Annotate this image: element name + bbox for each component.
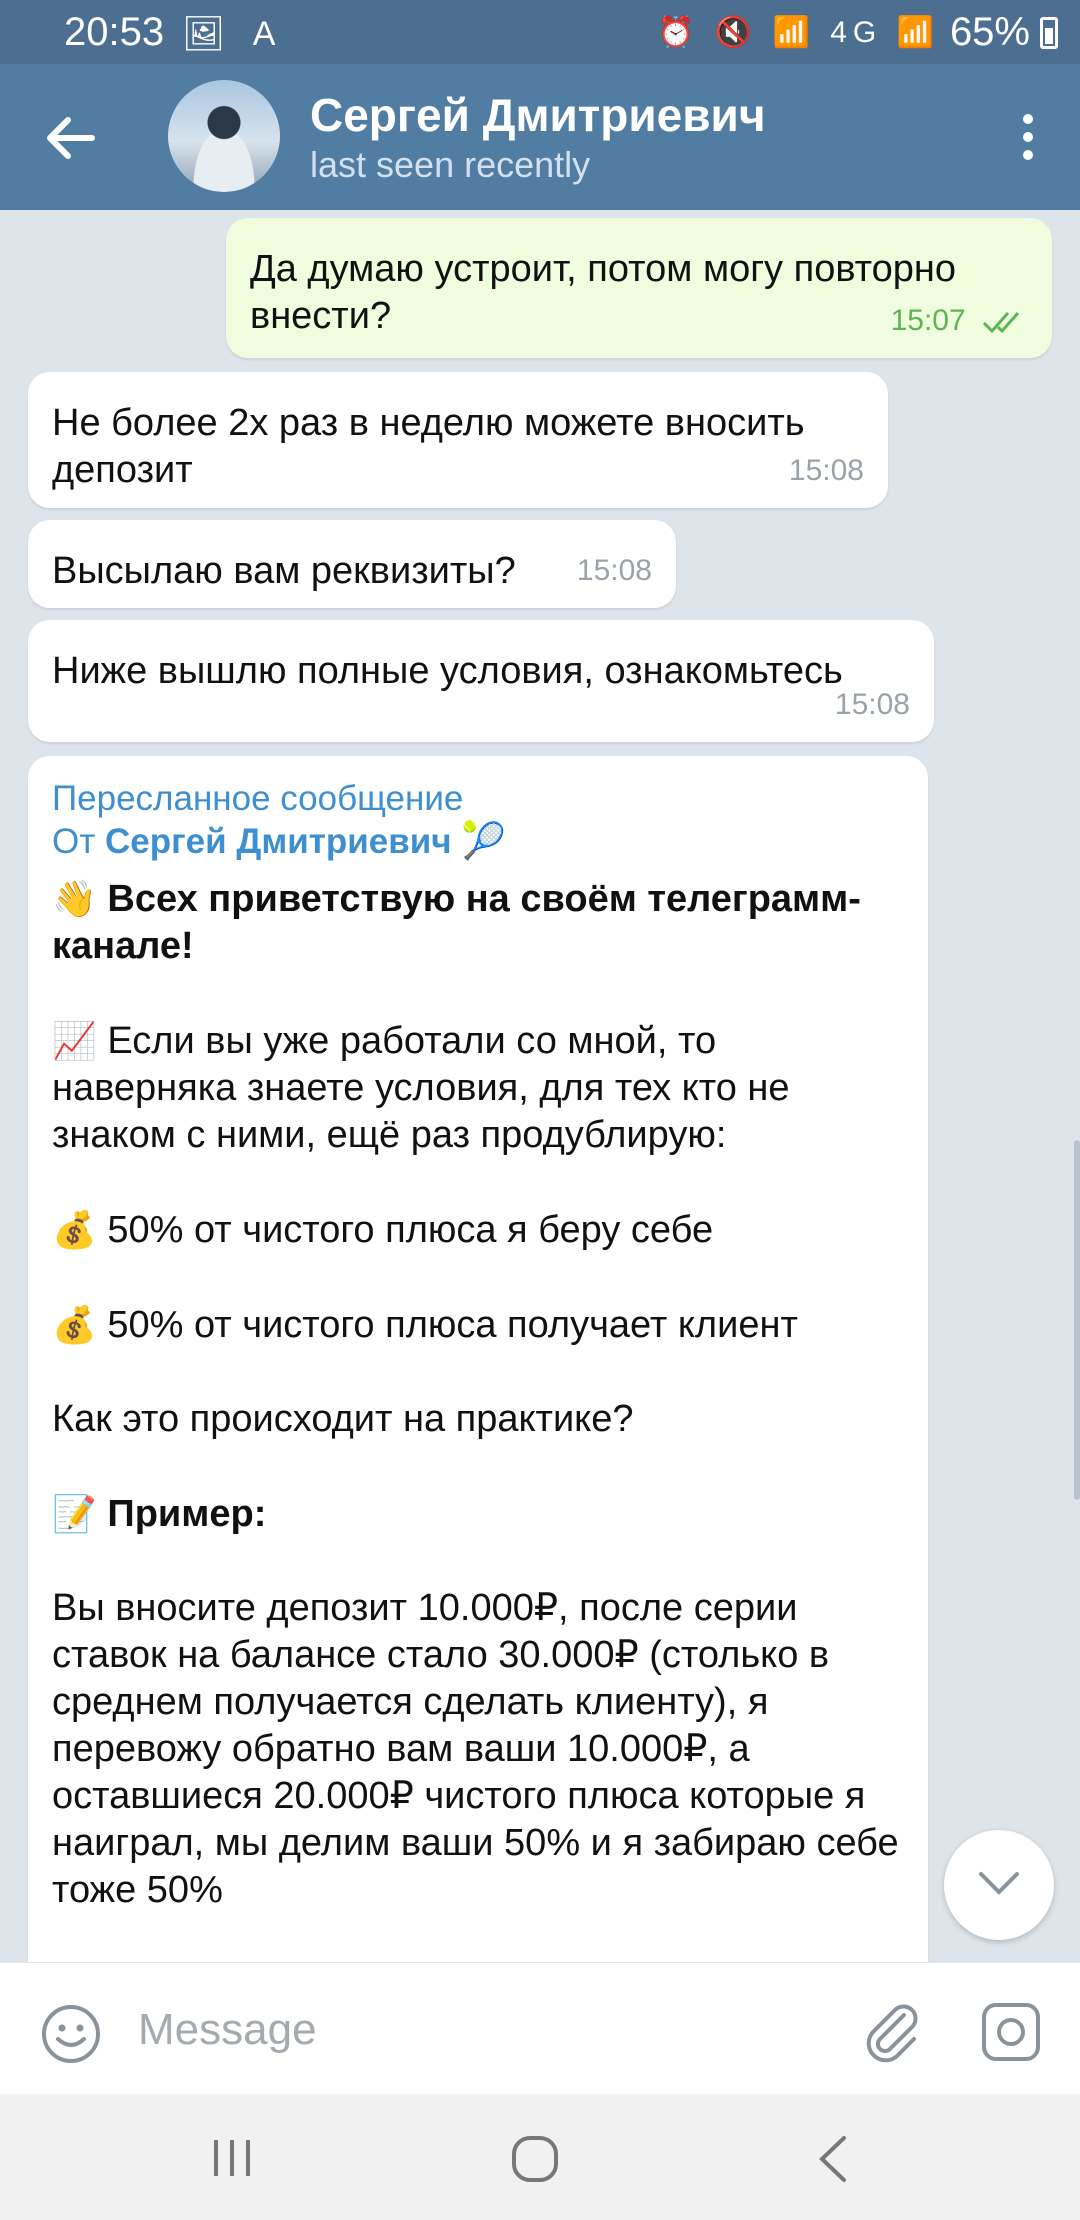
contact-name[interactable]: Сергей Дмитриевич xyxy=(310,88,766,142)
signal-icons: ⏰ 🔇 📶 4G 📶 xyxy=(657,16,940,49)
money-bag-icon: 💰 xyxy=(52,1304,97,1345)
avatar[interactable] xyxy=(168,80,280,192)
message-input-bar xyxy=(0,1962,1080,2095)
recent-apps-icon[interactable] xyxy=(210,2136,254,2180)
double-check-icon xyxy=(982,312,1020,334)
system-navigation-bar xyxy=(0,2094,1080,2220)
message-time: 15:08 xyxy=(834,688,910,721)
chevron-down-icon xyxy=(979,1872,1019,1895)
message-text: Высылаю вам реквизиты? xyxy=(52,550,516,592)
scrollbar[interactable] xyxy=(1074,1140,1080,1500)
attach-button[interactable] xyxy=(860,1999,924,2063)
message-time: 15:08 xyxy=(788,454,864,487)
message-bubble-incoming[interactable]: Не более 2х раз в неделю можете вносить … xyxy=(28,372,888,508)
notification-icons: 🖼 A xyxy=(182,15,286,53)
home-icon[interactable] xyxy=(510,2134,560,2184)
tennis-icon: 🎾 xyxy=(461,820,507,861)
term-text: 50% от чистого плюса я беру себе xyxy=(107,1209,714,1251)
battery-percent: 65% xyxy=(949,10,1030,54)
wave-icon: 👋 xyxy=(52,878,97,919)
forwarded-message-bubble[interactable]: Пересланное сообщение От Сергей Дмитриев… xyxy=(28,756,928,1962)
smile-icon xyxy=(42,2005,100,2063)
back-button[interactable] xyxy=(42,110,102,166)
forwarded-body: 👋 Всех приветствую на своём телеграмм-ка… xyxy=(52,875,904,1914)
message-text: Да думаю устроит, потом могу повторно вн… xyxy=(250,248,957,337)
message-text: Не более 2х раз в неделю можете вносить … xyxy=(52,402,805,491)
status-bar: 20:53 🖼 A ⏰ 🔇 📶 4G 📶 65% xyxy=(0,0,1080,64)
message-time: 15:08 xyxy=(576,554,652,587)
forwarded-from-prefix: От xyxy=(52,822,105,861)
example-text: Вы вносите депозит 10.000₽, после серии … xyxy=(52,1587,899,1911)
forwarded-from-name: Сергей Дмитриевич xyxy=(104,822,452,861)
message-bubble-incoming[interactable]: Ниже вышлю полные условия, ознакомьтесь … xyxy=(28,620,934,742)
status-time: 20:53 xyxy=(64,10,165,54)
battery-icon xyxy=(1040,16,1058,49)
paperclip-icon xyxy=(866,2004,918,2063)
message-list[interactable]: Да думаю устроит, потом могу повторно вн… xyxy=(0,210,1080,1962)
money-bag-icon: 💰 xyxy=(52,1209,97,1250)
camera-icon xyxy=(982,2003,1040,2061)
greeting-text: Всех приветствую на своём телеграмм-кана… xyxy=(52,878,861,967)
message-bubble-incoming[interactable]: Высылаю вам реквизиты? 15:08 xyxy=(28,520,676,608)
message-time: 15:07 xyxy=(890,304,966,337)
arrow-left-icon xyxy=(47,117,95,159)
emoji-button[interactable] xyxy=(40,2003,102,2065)
message-meta: 15:07 xyxy=(891,297,1028,344)
message-bubble-outgoing[interactable]: Да думаю устроит, потом могу повторно вн… xyxy=(226,218,1052,358)
more-menu-icon[interactable] xyxy=(1018,114,1038,164)
status-right: ⏰ 🔇 📶 4G 📶 65% xyxy=(657,10,1058,55)
chart-up-icon: 📈 xyxy=(52,1020,97,1061)
back-nav-icon[interactable] xyxy=(814,2134,854,2184)
contact-status: last seen recently xyxy=(310,144,591,185)
intro-text: Если вы уже работали со мной, то наверня… xyxy=(52,1020,790,1156)
forwarded-from[interactable]: От Сергей Дмитриевич 🎾 xyxy=(52,820,904,863)
chat-header: Сергей Дмитриевич last seen recently xyxy=(0,64,1080,210)
example-title: Пример: xyxy=(107,1493,267,1535)
forwarded-label: Пересланное сообщение xyxy=(52,779,464,818)
scroll-down-button[interactable] xyxy=(944,1830,1054,1940)
message-input[interactable] xyxy=(136,1989,820,2071)
term-text: 50% от чистого плюса получает клиент xyxy=(107,1304,798,1346)
camera-button[interactable] xyxy=(980,2001,1042,2063)
question-text: Как это происходит на практике? xyxy=(52,1398,634,1440)
memo-icon: 📝 xyxy=(52,1493,97,1534)
message-text: Ниже вышлю полные условия, ознакомьтесь xyxy=(52,650,843,692)
